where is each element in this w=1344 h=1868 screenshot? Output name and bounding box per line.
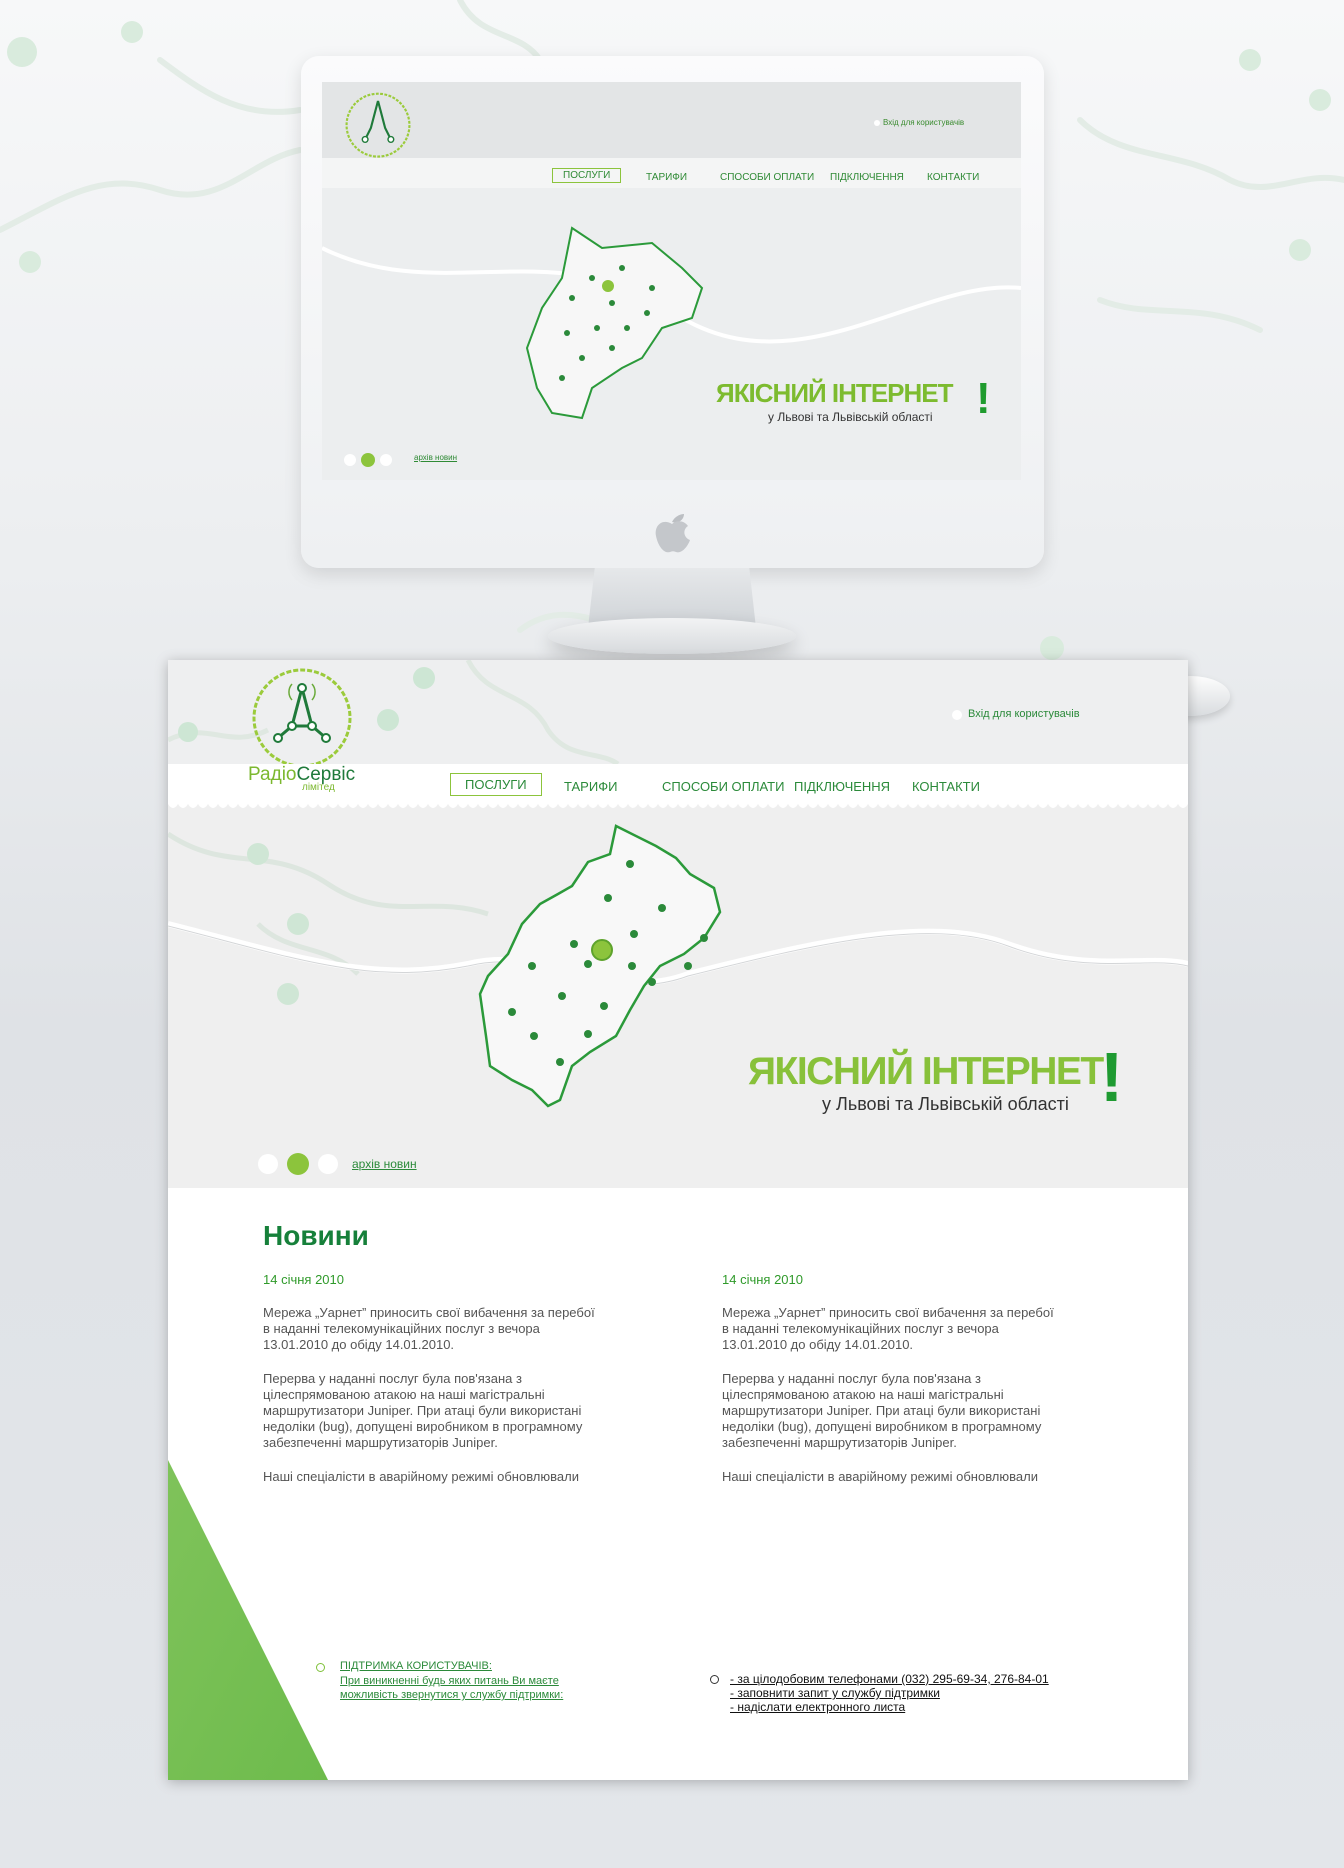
page-screenshot: Вхід для користувачів РадіоСервіс ліміте… xyxy=(168,660,1188,1780)
preview-nav-connection[interactable]: ПІДКЛЮЧЕННЯ xyxy=(830,172,904,183)
preview-archive-link[interactable]: архів новин xyxy=(414,453,457,462)
news-paragraph: Мережа „Уарнет” приносить свої вибачення… xyxy=(263,1305,595,1352)
monitor-screen: Вхід для користувачів ПОСЛУГИ ТАРИФИ СПО… xyxy=(322,82,1021,480)
contact-request-link[interactable]: - заповнити запит у службу підтримки xyxy=(730,1686,940,1700)
brand-name: РадіоСервіс лімітед xyxy=(248,764,355,793)
hero-map xyxy=(168,824,1188,1108)
preview-logo xyxy=(345,92,411,158)
preview-hero-map xyxy=(322,226,1021,420)
slider-dots xyxy=(258,1152,340,1181)
nav-contacts[interactable]: КОНТАКТИ xyxy=(912,779,980,794)
contacts-bullet-icon xyxy=(710,1675,719,1684)
slider-dot-2 xyxy=(287,1153,309,1175)
nav-payment-methods[interactable]: СПОСОБИ ОПЛАТИ xyxy=(662,779,784,794)
hero-banner xyxy=(168,804,1188,1188)
login-dot xyxy=(952,710,962,720)
nav-connection[interactable]: ПІДКЛЮЧЕННЯ xyxy=(794,779,890,794)
news-date: 14 січня 2010 xyxy=(263,1272,344,1287)
preview-headline: ЯКІСНИЙ ІНТЕРНЕТ xyxy=(716,378,953,408)
contact-email-link[interactable]: - надіслати електронного листа xyxy=(730,1700,905,1714)
preview-exclamation: ! xyxy=(976,374,991,423)
preview-nav-contacts[interactable]: КОНТАКТИ xyxy=(927,172,979,183)
news-date: 14 січня 2010 xyxy=(722,1272,803,1287)
preview-nav-services[interactable]: ПОСЛУГИ xyxy=(552,168,622,183)
hero-subheadline: у Львові та Львівській області xyxy=(822,1094,1069,1114)
news-paragraph: Наші спеціалісти в аварійному режимі обн… xyxy=(722,1469,1038,1484)
news-paragraph: Перерва у наданні послуг була пов'язана … xyxy=(263,1371,583,1450)
news-item-2: 14 січня 2010 Мережа „Уарнет” приносить … xyxy=(722,1272,1082,1503)
support-title[interactable]: ПІДТРИМКА КОРИСТУВАЧІВ: xyxy=(340,1660,492,1672)
slider-dot-3 xyxy=(318,1154,338,1174)
news-paragraph: Перерва у наданні послуг була пов'язана … xyxy=(722,1371,1042,1450)
support-text[interactable]: При виникненні будь яких питань Ви маєте… xyxy=(340,1674,580,1702)
preview-subheadline: у Львові та Львівській області xyxy=(768,410,933,424)
news-title: Новини xyxy=(263,1220,369,1251)
brand-name-part1: Радіо xyxy=(248,764,297,785)
news-paragraph: Мережа „Уарнет” приносить свої вибачення… xyxy=(722,1305,1054,1352)
hero-top-edge xyxy=(168,804,1188,808)
monitor-base xyxy=(548,618,796,654)
preview-nav-tariffs[interactable]: ТАРИФИ xyxy=(646,172,687,183)
preview-login-link[interactable]: Вхід для користувачів xyxy=(874,118,964,127)
news-archive-link[interactable]: архів новин xyxy=(352,1157,417,1171)
footer-green-triangle xyxy=(168,1460,328,1780)
antenna-logo-icon[interactable] xyxy=(238,666,368,778)
slider-dot-1 xyxy=(258,1154,278,1174)
preview-nav-payment[interactable]: СПОСОБИ ОПЛАТИ xyxy=(720,172,814,183)
nav-tariffs[interactable]: ТАРИФИ xyxy=(564,779,617,794)
login-link[interactable]: Вхід для користувачів xyxy=(968,708,1080,720)
contact-phone-link[interactable]: - за цілодобовим телефонами (032) 295-69… xyxy=(730,1672,1049,1686)
apple-logo-icon xyxy=(655,514,690,553)
hero-bottom-edge xyxy=(168,1188,1188,1192)
hero-exclamation: ! xyxy=(1100,1038,1124,1116)
hero-headline: ЯКІСНИЙ ІНТЕРНЕТ xyxy=(748,1050,1104,1093)
preview-slider-dots xyxy=(344,453,392,467)
support-bullet-icon xyxy=(316,1663,325,1672)
nav-services[interactable]: ПОСЛУГИ xyxy=(450,773,542,796)
